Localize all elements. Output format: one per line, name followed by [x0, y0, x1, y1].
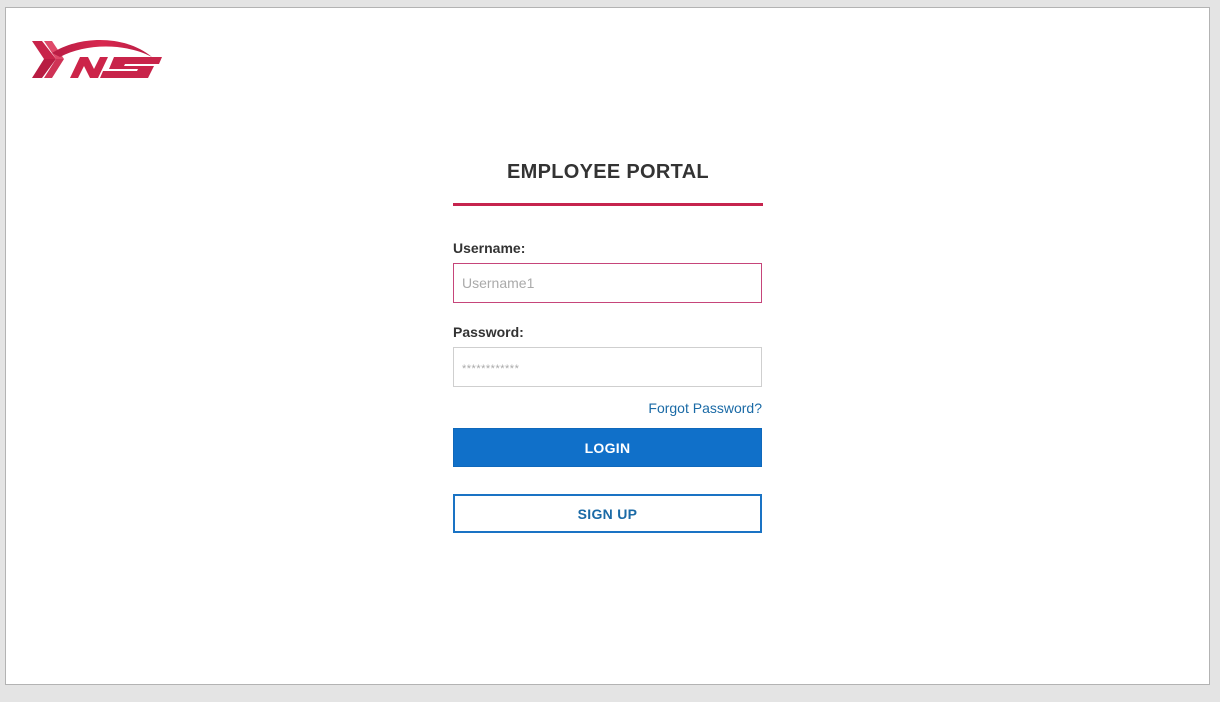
yns-logo-icon [32, 39, 162, 78]
title-divider [453, 203, 763, 206]
company-logo [30, 39, 162, 81]
password-input[interactable] [453, 347, 762, 387]
password-label: Password: [453, 324, 524, 340]
username-input[interactable] [453, 263, 762, 303]
signup-button[interactable]: SIGN UP [453, 494, 762, 533]
forgot-password-row: Forgot Password? [453, 399, 762, 417]
login-page: EMPLOYEE PORTAL Username: Password: Forg… [5, 7, 1210, 685]
login-button[interactable]: LOGIN [453, 428, 762, 467]
page-title: EMPLOYEE PORTAL [507, 161, 709, 183]
username-label: Username: [453, 240, 526, 256]
login-panel: EMPLOYEE PORTAL Username: Password: Forg… [453, 158, 763, 533]
forgot-password-link[interactable]: Forgot Password? [648, 400, 762, 416]
